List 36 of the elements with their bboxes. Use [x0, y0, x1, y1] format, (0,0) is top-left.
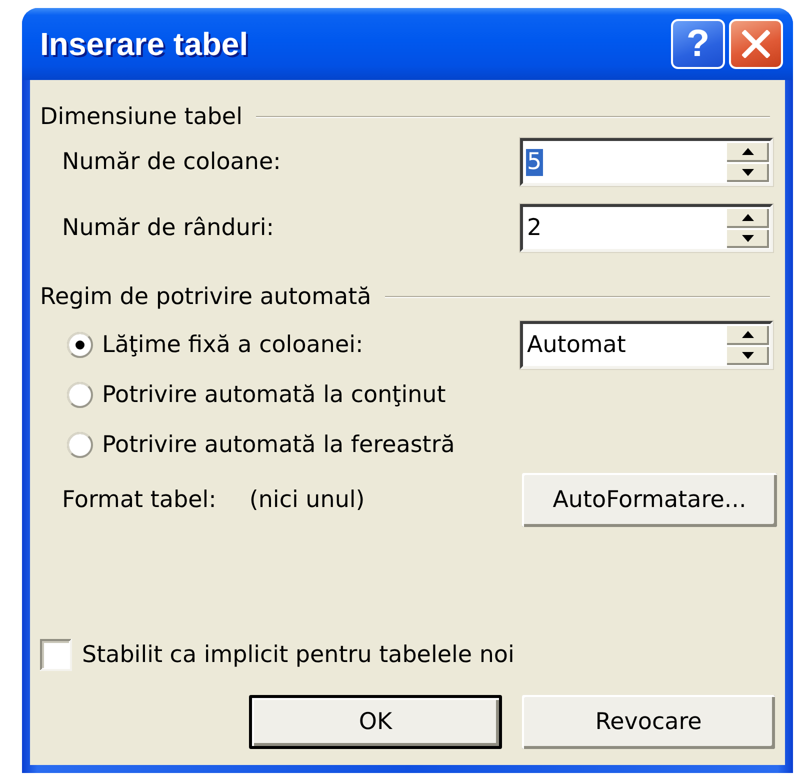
spin-up-button[interactable] — [726, 325, 769, 344]
spin-field[interactable]: 2 — [520, 204, 773, 252]
dialog-button[interactable]: Revocare — [522, 695, 775, 749]
window-title: Inserare tabel — [40, 26, 248, 62]
field-label: Număr de rânduri: — [62, 215, 274, 241]
radio-option[interactable]: Lăţime fixă a coloanei: — [67, 332, 364, 358]
spin-down-button[interactable] — [726, 162, 769, 182]
spin-up-button[interactable] — [726, 142, 769, 162]
field-label: Număr de coloane: — [62, 149, 281, 175]
checkbox-icon[interactable] — [40, 639, 72, 671]
spin-down-button[interactable] — [726, 228, 769, 248]
spin-up-button[interactable] — [726, 208, 769, 228]
spin-down-button[interactable] — [726, 346, 769, 365]
up-arrow-icon — [742, 148, 754, 156]
radio-icon[interactable] — [67, 382, 93, 408]
radio-option[interactable]: Potrivire automată la conţinut — [67, 382, 446, 408]
radio-icon[interactable] — [67, 432, 93, 458]
up-arrow-icon — [742, 214, 754, 222]
close-icon — [742, 30, 770, 58]
autoformat-button[interactable]: AutoFormatare... — [522, 473, 777, 527]
dialog-button[interactable]: OK — [249, 695, 502, 749]
format-label: Format tabel: — [62, 487, 216, 513]
down-arrow-icon — [742, 352, 754, 359]
spin-field[interactable]: Automat — [520, 321, 773, 369]
up-arrow-icon — [742, 331, 754, 338]
close-button[interactable] — [729, 19, 783, 69]
down-arrow-icon — [742, 168, 754, 176]
section-title: Dimensiune tabel — [40, 104, 242, 130]
section-title: Regim de potrivire automată — [40, 284, 372, 310]
checkbox-option[interactable]: Stabilit ca implicit pentru tabelele noi — [40, 639, 514, 671]
help-button[interactable]: ? — [671, 19, 725, 69]
format-value: (nici unul) — [249, 487, 365, 513]
down-arrow-icon — [742, 234, 754, 242]
spin-field[interactable]: 5 — [520, 138, 773, 186]
radio-icon[interactable] — [67, 332, 93, 358]
radio-option[interactable]: Potrivire automată la fereastră — [67, 432, 455, 458]
